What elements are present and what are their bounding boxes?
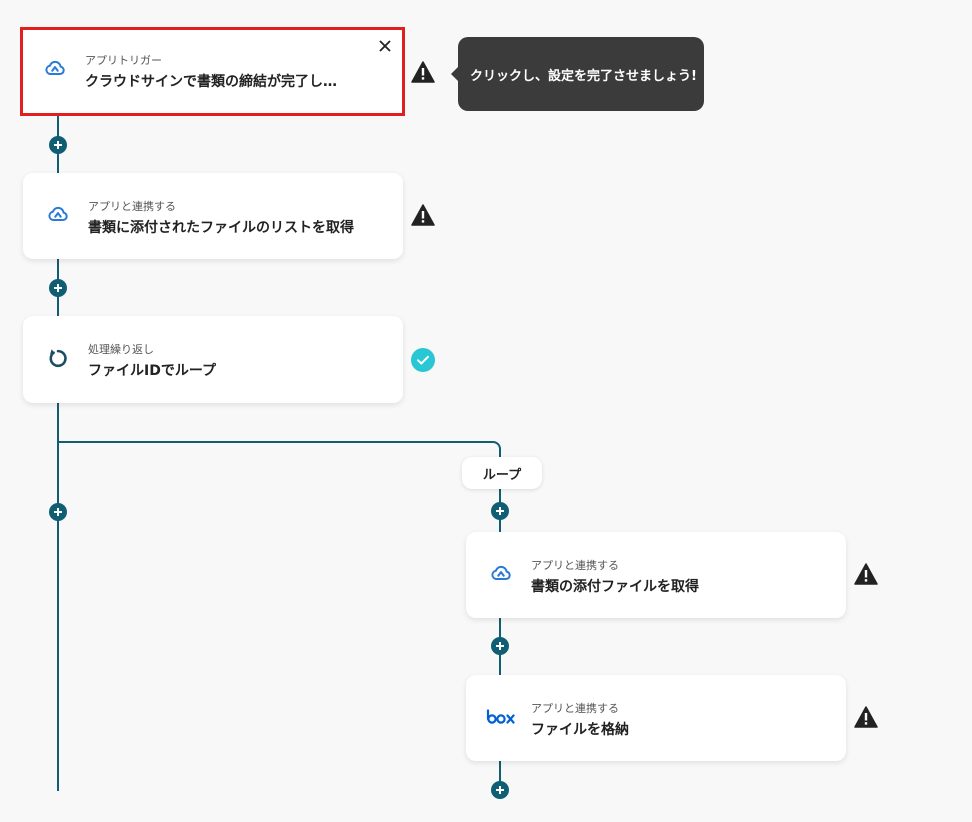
step-title: クラウドサインで書類の締結が完了し… [85, 74, 337, 90]
step-title: ファイルを格納 [531, 722, 629, 738]
setup-tooltip: クリックし、設定を完了させましょう! [451, 37, 704, 111]
add-step-button-1[interactable] [49, 136, 67, 154]
step-type-label: アプリトリガー [85, 54, 162, 67]
loop-icon [49, 349, 67, 368]
check-icon [411, 348, 435, 372]
step-title: 書類に添付されたファイルのリストを取得 [88, 220, 354, 236]
step-card-list-files[interactable]: アプリと連携する 書類に添付されたファイルのリストを取得 [23, 173, 403, 259]
box-icon [486, 709, 515, 724]
flow-line-branch [58, 441, 492, 443]
loop-label: ループ [462, 457, 542, 489]
step-type-label: 処理繰り返し [88, 343, 154, 356]
step-title: ファイルIDでループ [88, 363, 216, 379]
cloudsign-icon [48, 206, 68, 221]
step-type-label: アプリと連携する [531, 702, 619, 715]
step-type-label: アプリと連携する [88, 200, 176, 213]
step-title: 書類の添付ファイルを取得 [531, 579, 699, 595]
warning-icon [854, 563, 878, 585]
add-step-button-3[interactable] [49, 503, 67, 521]
step-card-get-attachment[interactable]: アプリと連携する 書類の添付ファイルを取得 [466, 532, 846, 618]
add-loop-step-button-2[interactable] [491, 637, 509, 655]
warning-icon [411, 204, 435, 226]
warning-icon [411, 61, 435, 83]
cloudsign-icon [491, 565, 511, 580]
step-type-label: アプリと連携する [531, 559, 619, 572]
step-card-store-file[interactable]: アプリと連携する ファイルを格納 [466, 675, 846, 761]
add-loop-step-button-1[interactable] [491, 502, 509, 520]
add-step-button-2[interactable] [49, 279, 67, 297]
add-loop-step-button-3[interactable] [491, 781, 509, 799]
cloudsign-icon [45, 60, 65, 75]
step-card-loop[interactable]: 処理繰り返し ファイルIDでループ [23, 316, 403, 403]
close-icon[interactable] [378, 39, 392, 53]
step-card-trigger[interactable]: アプリトリガー クラウドサインで書類の締結が完了し… [20, 27, 405, 116]
warning-icon [854, 706, 878, 728]
